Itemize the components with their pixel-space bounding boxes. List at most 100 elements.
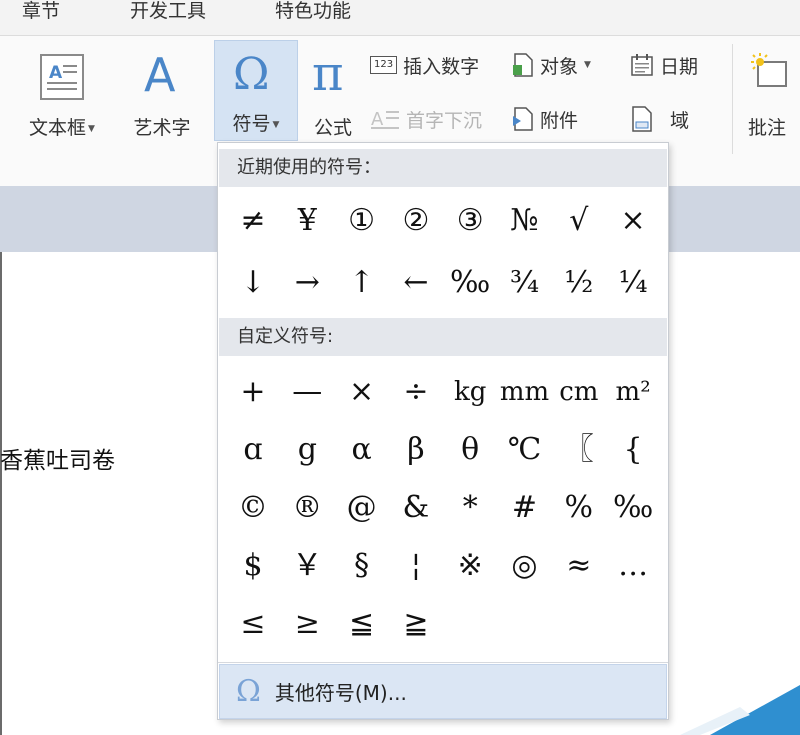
symbol-cell[interactable]: ↓ (226, 258, 280, 308)
symbol-label: 符号 (232, 113, 271, 135)
attachment-icon (513, 107, 533, 131)
symbol-cell[interactable]: g (280, 425, 334, 475)
tab-chapter[interactable]: 章节 (22, 0, 60, 23)
symbol-cell[interactable]: mm (498, 367, 552, 417)
symbol-cell[interactable]: ¼ (606, 258, 660, 308)
symbol-cell[interactable]: ≠ (226, 196, 280, 246)
textbox-label: 文本框 (29, 117, 87, 139)
omega-icon: Ω (236, 674, 261, 709)
symbol-cell[interactable]: © (226, 483, 280, 533)
dropcap-label: 首字下沉 (406, 109, 483, 132)
symbol-cell[interactable]: & (389, 483, 443, 533)
symbol-cell[interactable]: ÷ (389, 367, 443, 417)
symbol-cell[interactable]: × (606, 196, 660, 246)
symbol-cell[interactable]: × (335, 367, 389, 417)
document-text[interactable]: 香蕉吐司卷 (0, 441, 115, 475)
comment-button[interactable]: 批注 (744, 44, 800, 140)
field-button[interactable]: 域 (630, 106, 689, 132)
page-edge (0, 252, 2, 735)
dropcap-icon: A (371, 109, 399, 130)
symbol-cell[interactable]: ≤ (226, 599, 280, 649)
textbox-button[interactable]: A 文本框 ▼ (14, 44, 110, 140)
symbol-cell[interactable]: kg (443, 367, 497, 417)
symbol-cell[interactable]: $ (226, 541, 280, 591)
chevron-down-icon: ▼ (88, 123, 95, 134)
object-label: 对象 (540, 55, 579, 78)
symbol-cell[interactable]: # (498, 483, 552, 533)
symbol-cell[interactable]: ≧ (389, 599, 443, 649)
symbol-cell[interactable]: ½ (552, 258, 606, 308)
page-decoration (680, 665, 800, 735)
symbol-cell[interactable]: * (443, 483, 497, 533)
symbol-cell[interactable]: ≥ (280, 599, 334, 649)
symbol-cell[interactable]: @ (335, 483, 389, 533)
chevron-down-icon: ▼ (272, 119, 280, 130)
symbol-cell[interactable]: … (606, 541, 660, 591)
symbol-cell[interactable]: α (335, 425, 389, 475)
chevron-down-icon: ▼ (584, 60, 591, 70)
attachment-label: 附件 (540, 109, 579, 132)
comment-icon (751, 53, 787, 87)
symbol-cell[interactable]: ≈ (552, 541, 606, 591)
symbol-cell[interactable]: { (606, 425, 660, 475)
insert-number-button[interactable]: 123 插入数字 (370, 52, 479, 78)
date-button[interactable]: 日期 (630, 52, 698, 78)
symbol-cell[interactable]: + (226, 367, 280, 417)
symbol-cell[interactable]: → (280, 258, 334, 308)
symbol-cell[interactable]: § (335, 541, 389, 591)
symbol-cell[interactable]: ℃ (498, 425, 552, 475)
attachment-button[interactable]: 附件 (512, 106, 578, 132)
more-symbols-button[interactable]: Ω 其他符号(M)... (219, 664, 667, 719)
symbol-cell[interactable]: ② (389, 196, 443, 246)
pi-icon: π (312, 46, 344, 102)
textbox-icon: A (40, 54, 84, 100)
wordart-icon: A (144, 48, 176, 102)
wordart-button[interactable]: A 艺术字 (124, 44, 200, 140)
symbol-cell[interactable]: ¥ (280, 196, 334, 246)
tab-developer-tools[interactable]: 开发工具 (130, 0, 206, 23)
formula-button[interactable]: π 公式 (304, 44, 362, 140)
symbol-cell[interactable]: ® (280, 483, 334, 533)
symbol-cell[interactable]: № (498, 196, 552, 246)
tab-special-features[interactable]: 特色功能 (275, 0, 351, 23)
object-button[interactable]: 对象 ▼ (512, 52, 591, 78)
symbol-cell[interactable]: ≦ (335, 599, 389, 649)
symbol-button[interactable]: Ω 符号 ▼ (214, 40, 298, 141)
custom-symbols-header: 自定义符号: (219, 318, 667, 356)
symbol-cell[interactable]: ③ (443, 196, 497, 246)
symbol-cell[interactable]: ‰ (606, 483, 660, 533)
dropcap-button[interactable]: A 首字下沉 (370, 106, 482, 132)
symbol-cell[interactable]: ← (389, 258, 443, 308)
recent-symbols-header: 近期使用的符号： (219, 149, 667, 187)
symbol-cell[interactable]: ￥ (280, 541, 334, 591)
omega-icon: Ω (233, 49, 270, 100)
dropdown-separator (218, 662, 668, 663)
symbol-cell[interactable]: ↑ (335, 258, 389, 308)
more-symbols-label: 其他符号(M)... (274, 681, 407, 705)
symbol-cell[interactable]: cm (552, 367, 606, 417)
symbol-cell[interactable]: m² (606, 367, 660, 417)
svg-text:A: A (49, 63, 63, 83)
symbol-cell[interactable]: ¾ (498, 258, 552, 308)
symbol-cell[interactable]: ◎ (498, 541, 552, 591)
insert-number-label: 插入数字 (403, 55, 480, 78)
symbol-cell[interactable]: 〖 (552, 425, 606, 475)
symbol-cell[interactable]: ¦ (389, 541, 443, 591)
symbol-cell[interactable]: % (552, 483, 606, 533)
symbol-cell[interactable]: ① (335, 196, 389, 246)
symbol-cell[interactable]: ‰ (443, 258, 497, 308)
field-icon (632, 106, 652, 132)
ribbon-separator (732, 44, 733, 154)
symbol-cell[interactable]: √ (552, 196, 606, 246)
ribbon-tabs: 章节 开发工具 特色功能 (0, 0, 800, 36)
comment-label: 批注 (748, 117, 787, 139)
wordart-label: 艺术字 (133, 117, 191, 139)
symbol-cell[interactable]: θ (443, 425, 497, 475)
symbol-cell[interactable]: — (280, 367, 334, 417)
symbol-cell[interactable]: ɑ (226, 425, 280, 475)
calendar-icon (631, 54, 653, 76)
formula-label: 公式 (313, 117, 352, 139)
symbol-dropdown: 近期使用的符号： ≠ ¥ ① ② ③ № √ × ↓ → ↑ ← ‰ ¾ ½ ¼ 自定义符号: + — × ÷ kg m… (217, 142, 669, 720)
symbol-cell[interactable]: ※ (443, 541, 497, 591)
symbol-cell[interactable]: β (389, 425, 443, 475)
